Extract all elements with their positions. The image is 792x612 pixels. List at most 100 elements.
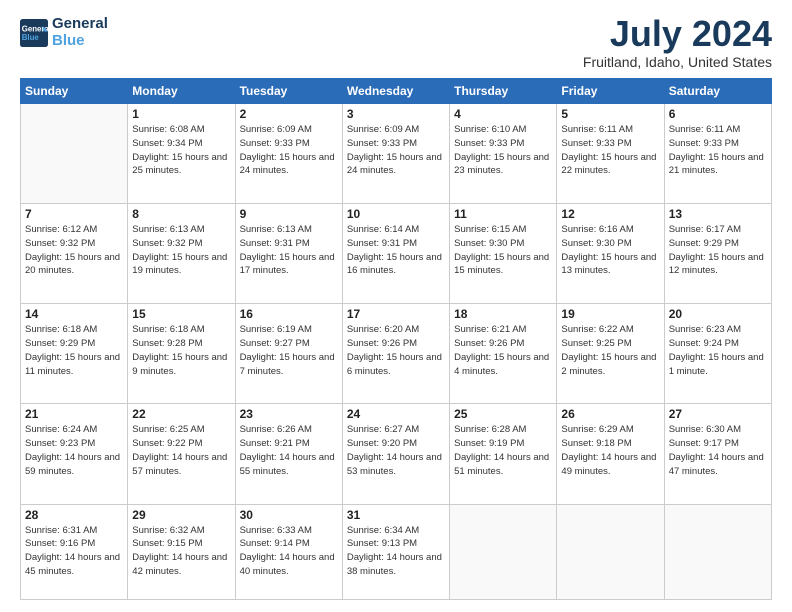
title-block: July 2024 Fruitland, Idaho, United State… [583, 16, 772, 70]
calendar-week-2: 7Sunrise: 6:12 AM Sunset: 9:32 PM Daylig… [21, 204, 772, 304]
day-number: 24 [347, 407, 445, 421]
day-number: 1 [132, 107, 230, 121]
col-header-saturday: Saturday [664, 79, 771, 104]
day-info: Sunrise: 6:20 AM Sunset: 9:26 PM Dayligh… [347, 323, 445, 378]
day-number: 23 [240, 407, 338, 421]
day-info: Sunrise: 6:11 AM Sunset: 9:33 PM Dayligh… [669, 123, 767, 178]
day-info: Sunrise: 6:19 AM Sunset: 9:27 PM Dayligh… [240, 323, 338, 378]
day-number: 8 [132, 207, 230, 221]
col-header-friday: Friday [557, 79, 664, 104]
day-number: 2 [240, 107, 338, 121]
calendar-cell: 29 Sunrise: 6:32 AM Sunset: 9:15 PM Dayli… [128, 504, 235, 599]
day-number: 12 [561, 207, 659, 221]
day-info: Sunrise: 6:30 AM Sunset: 9:17 PM Dayligh… [669, 423, 767, 478]
calendar-cell: 18 Sunrise: 6:21 AM Sunset: 9:26 PM Dayli… [450, 304, 557, 404]
calendar-cell: 8Sunrise: 6:13 AM Sunset: 9:32 PM Daylig… [128, 204, 235, 304]
calendar-week-4: 21Sunrise: 6:24 AM Sunset: 9:23 PM Dayli… [21, 404, 772, 504]
day-info: Sunrise: 6:25 AM Sunset: 9:22 PM Dayligh… [132, 423, 230, 478]
day-number: 18 [454, 307, 552, 321]
logo-icon: General Blue [20, 19, 48, 47]
calendar-cell: 14 Sunrise: 6:18 AM Sunset: 9:29 PM Dayli… [21, 304, 128, 404]
day-info: Sunrise: 6:32 AM Sunset: 9:15 PM Dayligh… [132, 524, 230, 579]
calendar-cell: 13 Sunrise: 6:17 AM Sunset: 9:29 PM Dayli… [664, 204, 771, 304]
col-header-thursday: Thursday [450, 79, 557, 104]
calendar-cell: 1 Sunrise: 6:08 AM Sunset: 9:34 PM Daylig… [128, 104, 235, 204]
day-info: Sunrise: 6:08 AM Sunset: 9:34 PM Dayligh… [132, 123, 230, 178]
day-info: Sunrise: 6:21 AM Sunset: 9:26 PM Dayligh… [454, 323, 552, 378]
calendar-cell [557, 504, 664, 599]
day-number: 17 [347, 307, 445, 321]
day-number: 16 [240, 307, 338, 321]
day-number: 30 [240, 508, 338, 522]
calendar-week-3: 14 Sunrise: 6:18 AM Sunset: 9:29 PM Dayli… [21, 304, 772, 404]
svg-text:Blue: Blue [22, 33, 40, 42]
day-number: 5 [561, 107, 659, 121]
calendar-cell: 15Sunrise: 6:18 AM Sunset: 9:28 PM Dayli… [128, 304, 235, 404]
calendar-week-1: 1 Sunrise: 6:08 AM Sunset: 9:34 PM Daylig… [21, 104, 772, 204]
day-info: Sunrise: 6:31 AM Sunset: 9:16 PM Dayligh… [25, 524, 123, 579]
logo-line1: General [52, 16, 108, 33]
day-info: Sunrise: 6:17 AM Sunset: 9:29 PM Dayligh… [669, 223, 767, 278]
calendar-cell: 21Sunrise: 6:24 AM Sunset: 9:23 PM Dayli… [21, 404, 128, 504]
day-number: 31 [347, 508, 445, 522]
day-info: Sunrise: 6:18 AM Sunset: 9:28 PM Dayligh… [132, 323, 230, 378]
calendar-cell: 11 Sunrise: 6:15 AM Sunset: 9:30 PM Dayli… [450, 204, 557, 304]
col-header-wednesday: Wednesday [342, 79, 449, 104]
calendar-cell: 6 Sunrise: 6:11 AM Sunset: 9:33 PM Daylig… [664, 104, 771, 204]
day-info: Sunrise: 6:15 AM Sunset: 9:30 PM Dayligh… [454, 223, 552, 278]
day-number: 14 [25, 307, 123, 321]
location: Fruitland, Idaho, United States [583, 54, 772, 70]
day-number: 9 [240, 207, 338, 221]
day-info: Sunrise: 6:10 AM Sunset: 9:33 PM Dayligh… [454, 123, 552, 178]
day-number: 22 [132, 407, 230, 421]
col-header-monday: Monday [128, 79, 235, 104]
col-header-sunday: Sunday [21, 79, 128, 104]
day-info: Sunrise: 6:24 AM Sunset: 9:23 PM Dayligh… [25, 423, 123, 478]
day-info: Sunrise: 6:14 AM Sunset: 9:31 PM Dayligh… [347, 223, 445, 278]
logo: General Blue General Blue [20, 16, 108, 49]
calendar-cell: 27 Sunrise: 6:30 AM Sunset: 9:17 PM Dayli… [664, 404, 771, 504]
day-number: 7 [25, 207, 123, 221]
calendar-header-row: SundayMondayTuesdayWednesdayThursdayFrid… [21, 79, 772, 104]
logo-text: General Blue [52, 16, 108, 49]
calendar-cell: 25Sunrise: 6:28 AM Sunset: 9:19 PM Dayli… [450, 404, 557, 504]
day-info: Sunrise: 6:09 AM Sunset: 9:33 PM Dayligh… [347, 123, 445, 178]
day-number: 3 [347, 107, 445, 121]
day-info: Sunrise: 6:29 AM Sunset: 9:18 PM Dayligh… [561, 423, 659, 478]
calendar-cell: 20 Sunrise: 6:23 AM Sunset: 9:24 PM Dayli… [664, 304, 771, 404]
day-info: Sunrise: 6:23 AM Sunset: 9:24 PM Dayligh… [669, 323, 767, 378]
day-number: 29 [132, 508, 230, 522]
day-number: 27 [669, 407, 767, 421]
calendar-cell: 2 Sunrise: 6:09 AM Sunset: 9:33 PM Daylig… [235, 104, 342, 204]
month-title: July 2024 [583, 16, 772, 52]
day-info: Sunrise: 6:22 AM Sunset: 9:25 PM Dayligh… [561, 323, 659, 378]
calendar-cell: 22 Sunrise: 6:25 AM Sunset: 9:22 PM Dayli… [128, 404, 235, 504]
day-number: 10 [347, 207, 445, 221]
day-info: Sunrise: 6:13 AM Sunset: 9:31 PM Dayligh… [240, 223, 338, 278]
calendar-cell: 9 Sunrise: 6:13 AM Sunset: 9:31 PM Daylig… [235, 204, 342, 304]
calendar-cell [450, 504, 557, 599]
calendar-cell: 4Sunrise: 6:10 AM Sunset: 9:33 PM Daylig… [450, 104, 557, 204]
calendar-cell: 19Sunrise: 6:22 AM Sunset: 9:25 PM Dayli… [557, 304, 664, 404]
day-info: Sunrise: 6:28 AM Sunset: 9:19 PM Dayligh… [454, 423, 552, 478]
day-number: 6 [669, 107, 767, 121]
header: General Blue General Blue July 2024 Frui… [20, 16, 772, 70]
day-info: Sunrise: 6:11 AM Sunset: 9:33 PM Dayligh… [561, 123, 659, 178]
day-info: Sunrise: 6:09 AM Sunset: 9:33 PM Dayligh… [240, 123, 338, 178]
day-number: 20 [669, 307, 767, 321]
calendar-cell: 7Sunrise: 6:12 AM Sunset: 9:32 PM Daylig… [21, 204, 128, 304]
day-number: 28 [25, 508, 123, 522]
calendar-cell: 12Sunrise: 6:16 AM Sunset: 9:30 PM Dayli… [557, 204, 664, 304]
day-info: Sunrise: 6:27 AM Sunset: 9:20 PM Dayligh… [347, 423, 445, 478]
day-info: Sunrise: 6:33 AM Sunset: 9:14 PM Dayligh… [240, 524, 338, 579]
day-number: 13 [669, 207, 767, 221]
calendar-cell: 23Sunrise: 6:26 AM Sunset: 9:21 PM Dayli… [235, 404, 342, 504]
calendar-cell [21, 104, 128, 204]
day-info: Sunrise: 6:18 AM Sunset: 9:29 PM Dayligh… [25, 323, 123, 378]
page: General Blue General Blue July 2024 Frui… [0, 0, 792, 612]
calendar-cell [664, 504, 771, 599]
day-number: 11 [454, 207, 552, 221]
calendar-cell: 26Sunrise: 6:29 AM Sunset: 9:18 PM Dayli… [557, 404, 664, 504]
calendar-cell: 17 Sunrise: 6:20 AM Sunset: 9:26 PM Dayli… [342, 304, 449, 404]
calendar-cell: 30 Sunrise: 6:33 AM Sunset: 9:14 PM Dayli… [235, 504, 342, 599]
